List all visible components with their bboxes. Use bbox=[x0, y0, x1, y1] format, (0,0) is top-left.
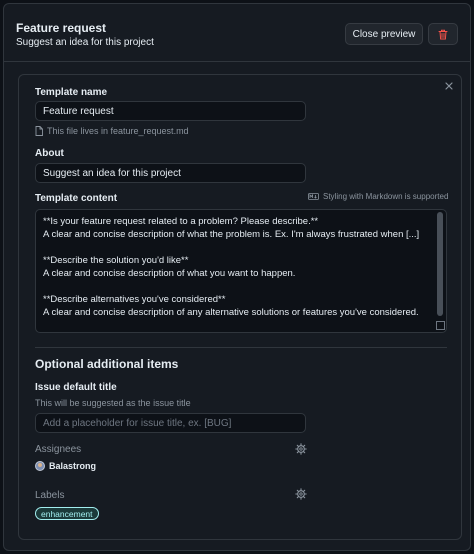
textarea-scrollbar[interactable] bbox=[437, 212, 443, 316]
optional-section-title: Optional additional items bbox=[35, 357, 179, 371]
header-subtitle: Suggest an idea for this project bbox=[16, 37, 154, 48]
markdown-support-note[interactable]: Styling with Markdown is supported bbox=[308, 192, 448, 201]
labels-label: Labels bbox=[35, 490, 65, 501]
trash-icon bbox=[438, 29, 448, 39]
content-line bbox=[43, 241, 432, 254]
section-divider bbox=[35, 347, 447, 348]
assignee-item: Balastrong bbox=[35, 461, 96, 471]
delete-template-button[interactable] bbox=[428, 23, 458, 45]
content-line: **Is your feature request related to a p… bbox=[43, 216, 319, 227]
about-input[interactable] bbox=[35, 163, 306, 183]
content-line bbox=[43, 280, 432, 293]
issue-title-input[interactable] bbox=[35, 413, 306, 433]
content-line: **Describe the solution you'd like** bbox=[43, 255, 189, 266]
header-title: Feature request bbox=[16, 21, 107, 35]
issue-title-hint: This will be suggested as the issue titl… bbox=[35, 398, 191, 408]
file-location-hint: This file lives in feature_request.md bbox=[35, 126, 189, 136]
template-editor: Feature request Suggest an idea for this… bbox=[3, 3, 471, 551]
template-name-label: Template name bbox=[35, 87, 108, 98]
textarea-resize-handle[interactable] bbox=[436, 321, 445, 330]
markdown-icon bbox=[308, 193, 319, 200]
template-form-panel: Template name This file lives in feature… bbox=[18, 74, 462, 540]
assignees-settings[interactable] bbox=[295, 443, 307, 455]
markdown-note-text: Styling with Markdown is supported bbox=[323, 192, 449, 201]
editor-header: Feature request Suggest an idea for this… bbox=[4, 4, 470, 62]
template-content-textarea[interactable]: **Is your feature request related to a p… bbox=[35, 209, 447, 333]
template-content-label: Template content bbox=[35, 193, 118, 204]
content-line: A clear and concise description of any a… bbox=[43, 307, 419, 318]
close-preview-button[interactable]: Close preview bbox=[345, 23, 423, 45]
close-icon[interactable] bbox=[443, 80, 455, 92]
assignees-label: Assignees bbox=[35, 444, 82, 455]
content-line: A clear and concise description of what … bbox=[43, 268, 296, 279]
labels-settings[interactable] bbox=[295, 488, 307, 500]
content-line: **Describe alternatives you've considere… bbox=[43, 294, 226, 305]
content-line: A clear and concise description of what … bbox=[43, 229, 420, 240]
issue-title-label: Issue default title bbox=[35, 382, 117, 393]
file-hint-text: This file lives in feature_request.md bbox=[47, 126, 189, 136]
file-icon bbox=[35, 126, 43, 136]
gear-icon bbox=[295, 443, 307, 455]
avatar bbox=[35, 461, 45, 471]
gear-icon bbox=[295, 488, 307, 500]
label-badge-enhancement: enhancement bbox=[35, 507, 99, 520]
template-name-input[interactable] bbox=[35, 101, 306, 121]
about-label: About bbox=[35, 148, 64, 159]
assignee-name: Balastrong bbox=[49, 461, 97, 471]
